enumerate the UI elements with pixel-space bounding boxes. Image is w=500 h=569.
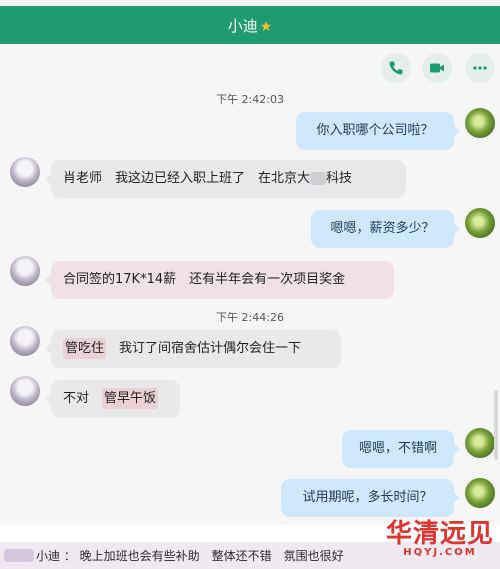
outgoing-message[interactable]: 你入职哪个公司啦？ <box>296 112 460 150</box>
incoming-message[interactable]: 管吃住 我订了间宿舍估计偶尔会住一下 <box>45 330 341 368</box>
message-text: 我订了间宿舍估计偶尔会住一下 <box>119 341 302 356</box>
blurred-avatar <box>4 549 34 562</box>
contact-avatar[interactable] <box>10 256 40 286</box>
message-text: 不对 <box>63 391 90 406</box>
notification-text: 小迪 ： 晚上加班也会有些补助 整体还不错 氛围也很好 <box>36 549 344 563</box>
star-icon[interactable]: ★ <box>260 19 273 35</box>
outgoing-message[interactable]: 嗯嗯，不错啊 <box>342 430 460 468</box>
timestamp: 下午 2:42:03 <box>216 93 284 106</box>
highlighted-text: 管吃住 <box>63 338 107 359</box>
incoming-message[interactable]: 不对 管早午饭 <box>45 380 180 418</box>
more-icon[interactable] <box>465 53 495 83</box>
chat-header: 小迪 ★ <box>0 6 500 44</box>
outgoing-message[interactable]: 嗯嗯，薪资多少？ <box>311 210 460 248</box>
watermark-en: HQYJ.COM <box>403 547 477 558</box>
message-text: 肖老师 我这边已经入职上班了 在北京大 <box>63 171 311 186</box>
message-text: 科技 <box>326 171 353 186</box>
contact-name: 小迪 <box>227 17 258 35</box>
my-avatar[interactable] <box>465 208 495 238</box>
incoming-message[interactable]: 合同签的17K*14薪 还有半年会有一次项目奖金 <box>45 261 394 299</box>
blurred-text <box>310 172 327 185</box>
video-icon[interactable] <box>422 53 452 83</box>
my-avatar[interactable] <box>465 108 495 138</box>
contact-avatar[interactable] <box>10 157 40 187</box>
my-avatar[interactable] <box>465 428 495 458</box>
highlighted-text: 管早午饭 <box>102 388 159 409</box>
chat-title: 小迪 ★ <box>0 15 500 36</box>
scrollbar[interactable] <box>494 390 498 460</box>
watermark-cn: 华清远见 <box>385 519 494 549</box>
timestamp: 下午 2:44:26 <box>216 311 284 324</box>
contact-avatar[interactable] <box>10 376 40 406</box>
incoming-message[interactable]: 肖老师 我这边已经入职上班了 在北京大 科技 <box>45 160 406 198</box>
my-avatar[interactable] <box>465 478 495 508</box>
outgoing-message[interactable]: 试用期呢，多长时间？ <box>281 479 460 517</box>
contact-avatar[interactable] <box>10 326 40 356</box>
phone-icon[interactable] <box>381 53 411 83</box>
watermark-logo: 华清远见 HQYJ.COM <box>386 520 494 558</box>
